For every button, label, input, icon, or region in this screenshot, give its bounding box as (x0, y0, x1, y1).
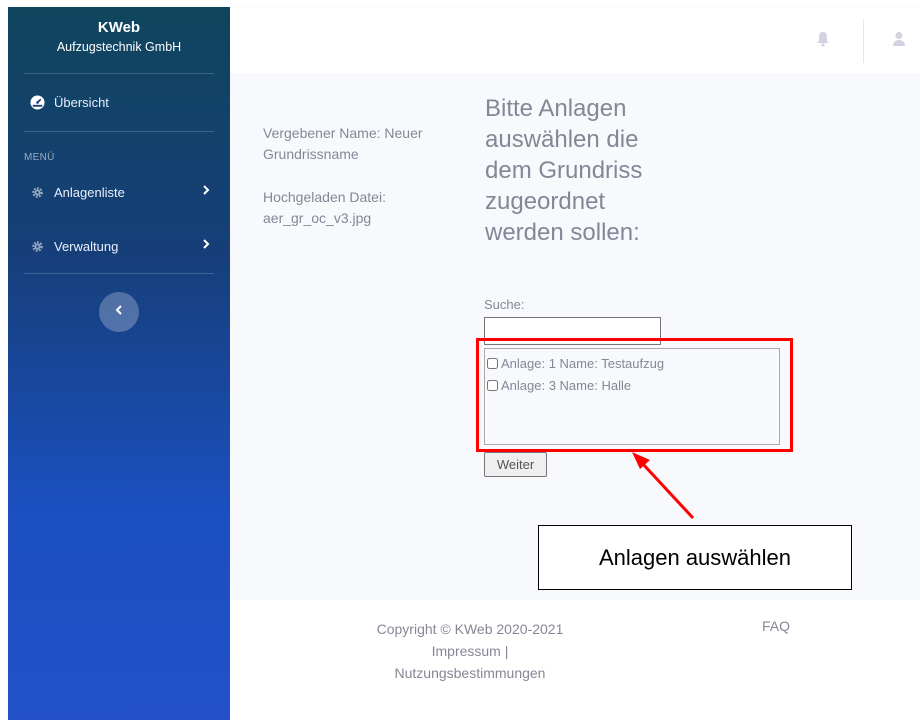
brand[interactable]: KWeb Aufzugstechnik GmbH (8, 7, 230, 73)
footer-links: Copyright © KWeb 2020-2021 Impressum | N… (370, 618, 570, 684)
assigned-name-info: Vergebener Name: Neuer Grundrissname (263, 125, 423, 162)
brand-title: KWeb (97, 19, 141, 36)
footer: Copyright © KWeb 2020-2021 Impressum | N… (230, 600, 920, 720)
weiter-button[interactable]: Weiter (484, 452, 547, 477)
faq-link[interactable]: FAQ (762, 618, 790, 634)
sidebar-divider (24, 273, 214, 274)
chevron-right-icon (202, 184, 210, 199)
menu-section-label: MENÜ (24, 152, 55, 163)
sidebar-item-label: Anlagenliste (54, 184, 125, 200)
sidebar-divider (24, 73, 214, 74)
page-title: Bitte Anlagen auswählen die dem Grundris… (485, 95, 643, 246)
chevron-right-icon (202, 238, 210, 253)
copyright-text: Copyright © KWeb 2020-2021 (376, 621, 564, 637)
uploaded-file-info: Hochgeladen Datei: aer_gr_oc_v3.jpg (263, 189, 386, 226)
nutzungsbestimmungen-link[interactable]: Nutzungsbestimmungen (370, 662, 570, 684)
bell-icon[interactable] (813, 29, 833, 49)
sidebar-divider (24, 131, 214, 132)
gear-icon (28, 240, 46, 253)
search-label: Suche: (484, 297, 525, 312)
dashboard-icon (28, 94, 46, 110)
brand-subtitle: Aufzugstechnik GmbH (56, 40, 182, 54)
sidebar-item-overview[interactable]: Übersicht (28, 91, 218, 113)
impressum-link[interactable]: Impressum | (370, 640, 570, 662)
user-icon[interactable] (889, 29, 909, 49)
sidebar: KWeb Aufzugstechnik GmbH Übersicht MENÜ … (8, 7, 230, 720)
main-content: Vergebener Name: Neuer Grundrissname Hoc… (230, 73, 920, 600)
topbar-divider (863, 19, 864, 63)
sidebar-item-anlagenliste[interactable]: Anlagenliste (28, 181, 218, 203)
chevron-left-icon (115, 303, 123, 321)
annotation-label: Anlagen auswählen (538, 525, 852, 590)
sidebar-toggle-button[interactable] (99, 292, 139, 332)
sidebar-item-label: Verwaltung (54, 238, 119, 254)
annotation-highlight-box (476, 338, 793, 452)
sidebar-item-label: Übersicht (54, 94, 109, 110)
topbar (230, 7, 920, 73)
gear-icon (28, 186, 46, 199)
sidebar-item-verwaltung[interactable]: Verwaltung (28, 235, 218, 257)
